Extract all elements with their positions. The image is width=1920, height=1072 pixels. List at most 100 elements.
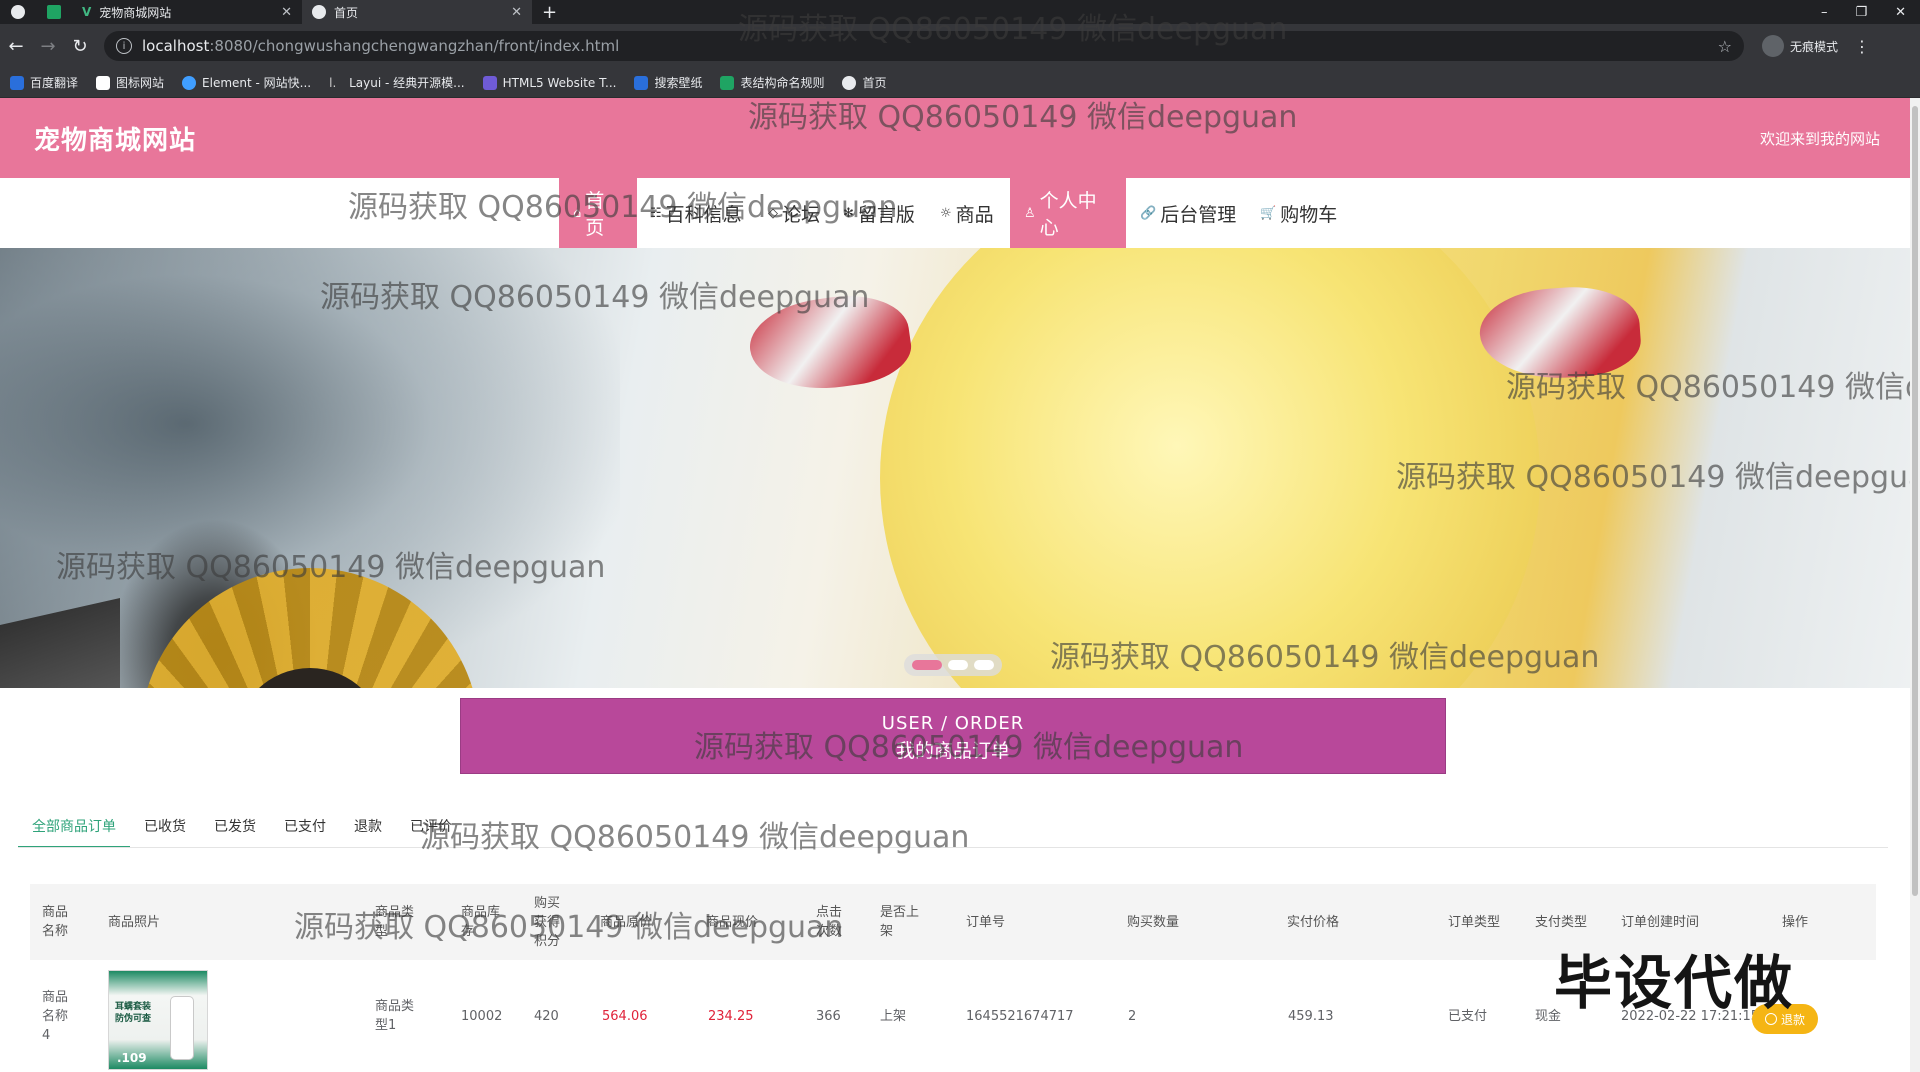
scrollbar-thumb[interactable] bbox=[1912, 106, 1918, 896]
browser-menu-icon[interactable] bbox=[0, 0, 36, 24]
home-icon: ⌂ bbox=[573, 205, 582, 221]
browser-tab-home[interactable]: 首页 ✕ bbox=[302, 0, 532, 24]
html5-icon bbox=[482, 75, 497, 90]
cell-order-type: 已支付 bbox=[1448, 1008, 1488, 1024]
nav-label: 后台管理 bbox=[1160, 203, 1237, 226]
th-points: 购买 获得 积分 bbox=[534, 895, 561, 949]
tab-all-orders[interactable]: 全部商品订单 bbox=[18, 812, 130, 848]
cell-on-shelf: 上架 bbox=[880, 1008, 907, 1024]
nav-label: 留言版 bbox=[857, 203, 915, 226]
bookmark-home[interactable]: 首页 bbox=[842, 74, 887, 91]
bookmark-icon-site[interactable]: 图标网站 bbox=[96, 74, 164, 91]
address-bar[interactable]: i localhost:8080/chongwushangchengwangzh… bbox=[104, 31, 1744, 61]
bookmark-naming-rules[interactable]: 表结构命名规则 bbox=[720, 74, 824, 91]
minimize-button[interactable]: – bbox=[1821, 5, 1828, 20]
bookmark-html5-templates[interactable]: HTML5 Website T... bbox=[482, 75, 617, 90]
nav-item-home[interactable]: ⌂ 首页 bbox=[559, 178, 637, 248]
cell-original-price: 564.06 bbox=[602, 1008, 648, 1024]
nav-item-message-board[interactable]: ✻ 留言版 bbox=[843, 178, 915, 248]
nav-label: 论坛 bbox=[782, 203, 821, 226]
nav-label: 首页 bbox=[585, 190, 605, 239]
nav-item-forum[interactable]: ◇ 论坛 bbox=[768, 178, 820, 248]
banner-carousel[interactable] bbox=[0, 248, 1910, 688]
cell-current-price: 234.25 bbox=[708, 1008, 754, 1024]
incognito-profile[interactable]: 无痕模式 bbox=[1762, 35, 1838, 57]
bottle-icon bbox=[171, 997, 193, 1059]
th-order-number: 订单号 bbox=[966, 914, 1006, 930]
url-host: localhost bbox=[142, 37, 210, 55]
tab-paid[interactable]: 已支付 bbox=[270, 812, 340, 848]
restore-button[interactable]: ❐ bbox=[1855, 5, 1867, 20]
bookmark-baidu-translate[interactable]: 百度翻译 bbox=[10, 74, 78, 91]
carousel-dot[interactable] bbox=[948, 660, 968, 670]
link-icon: 🔗 bbox=[1140, 205, 1157, 221]
nav-label: 百科信息 bbox=[665, 203, 742, 226]
browser-tab-strip: V 宠物商城网站 ✕ 首页 ✕ + – ❐ ✕ bbox=[0, 0, 1920, 24]
cell-stock: 10002 bbox=[461, 1008, 503, 1024]
watermark-text: 源码获取 QQ86050149 微信deepguan bbox=[420, 820, 970, 855]
grid-icon: ☷ bbox=[650, 205, 662, 221]
cell-product-type: 商品类 型1 bbox=[375, 999, 415, 1033]
profile-label: 无痕模式 bbox=[1790, 39, 1839, 54]
bookmark-layui[interactable]: l. Layui - 经典开源模... bbox=[329, 74, 464, 91]
forward-arrow-icon[interactable]: → bbox=[32, 36, 64, 57]
banner-moon bbox=[880, 248, 1540, 688]
nav-item-personal-center[interactable]: ♙ 个人中心 bbox=[1010, 178, 1126, 248]
nav-label: 商品 bbox=[955, 203, 994, 226]
pinned-tab[interactable] bbox=[36, 0, 72, 24]
browser-tab-site[interactable]: V 宠物商城网站 ✕ bbox=[72, 0, 302, 24]
close-icon[interactable]: ✕ bbox=[511, 5, 522, 20]
translate-icon bbox=[10, 75, 24, 90]
th-current-price: 商品现价 bbox=[706, 914, 759, 930]
product-photo[interactable]: 耳螨套装 防伪可查 .109 bbox=[108, 970, 208, 1070]
flag-icon bbox=[96, 75, 111, 90]
carousel-dot-active[interactable] bbox=[912, 660, 942, 670]
close-icon[interactable]: ✕ bbox=[281, 5, 292, 20]
bookmark-label: Element - 网站快... bbox=[202, 76, 312, 90]
th-quantity: 购买数量 bbox=[1127, 914, 1180, 930]
tabs-divider bbox=[18, 847, 1888, 848]
new-tab-button[interactable]: + bbox=[532, 0, 567, 24]
banner-fairy bbox=[744, 287, 916, 399]
page-scrollbar[interactable] bbox=[1910, 98, 1920, 1072]
bookmark-star-icon[interactable]: ☆ bbox=[1718, 37, 1732, 56]
reload-icon[interactable]: ↻ bbox=[64, 36, 96, 57]
th-product-photo: 商品照片 bbox=[108, 914, 161, 930]
watermark-badge: 毕设代做 bbox=[1554, 949, 1795, 1017]
th-product-name: 商品 名称 bbox=[42, 905, 69, 939]
tab-shipped[interactable]: 已发货 bbox=[200, 812, 270, 848]
info-icon[interactable]: i bbox=[116, 38, 132, 54]
tab-refund[interactable]: 退款 bbox=[340, 812, 396, 848]
bookmark-label: 搜索壁纸 bbox=[654, 76, 703, 90]
browser-toolbar: ← → ↻ i localhost:8080/chongwushangcheng… bbox=[0, 24, 1920, 68]
bookmark-wallpaper[interactable]: 搜索壁纸 bbox=[634, 74, 702, 91]
bookmark-label: 表结构命名规则 bbox=[740, 76, 825, 90]
product-photo-caption: 耳螨套装 防伪可查 bbox=[115, 1002, 152, 1024]
nav-item-admin[interactable]: 🔗 后台管理 bbox=[1140, 178, 1236, 248]
nav-item-cart[interactable]: 🛒 购物车 bbox=[1260, 178, 1337, 248]
order-tabs: 全部商品订单 已收货 已发货 已支付 退款 已评价 bbox=[18, 812, 466, 848]
nav-label: 购物车 bbox=[1280, 203, 1338, 226]
nav-item-products[interactable]: ☼ 商品 bbox=[940, 178, 994, 248]
cart-icon: 🛒 bbox=[1260, 205, 1277, 221]
carousel-indicators bbox=[904, 654, 1002, 676]
bookmark-element[interactable]: Element - 网站快... bbox=[182, 74, 311, 91]
nav-item-encyclopedia[interactable]: ☷ 百科信息 bbox=[650, 178, 742, 248]
window-close-button[interactable]: ✕ bbox=[1895, 5, 1906, 20]
tab-reviewed[interactable]: 已评价 bbox=[396, 812, 466, 848]
site-title[interactable]: 宠物商城网站 bbox=[34, 120, 196, 157]
cell-paid-price: 459.13 bbox=[1288, 1008, 1334, 1024]
back-arrow-icon[interactable]: ← bbox=[0, 36, 32, 57]
bookmark-label: HTML5 Website T... bbox=[502, 75, 617, 90]
cell-clicks: 366 bbox=[816, 1008, 841, 1024]
window-controls: – ❐ ✕ bbox=[1821, 0, 1920, 24]
bookmark-label: 百度翻译 bbox=[30, 76, 79, 90]
tab-received[interactable]: 已收货 bbox=[130, 812, 200, 848]
welcome-text: 欢迎来到我的网站 bbox=[1759, 130, 1880, 148]
carousel-dot[interactable] bbox=[974, 660, 994, 670]
vue-icon: V bbox=[82, 5, 92, 19]
browser-menu-dots-icon[interactable]: ⋮ bbox=[1854, 37, 1870, 56]
browser-tab-label: 首页 bbox=[334, 5, 359, 20]
cell-order-number: 1645521674717 bbox=[966, 1008, 1074, 1024]
layui-icon: l. bbox=[329, 75, 337, 90]
